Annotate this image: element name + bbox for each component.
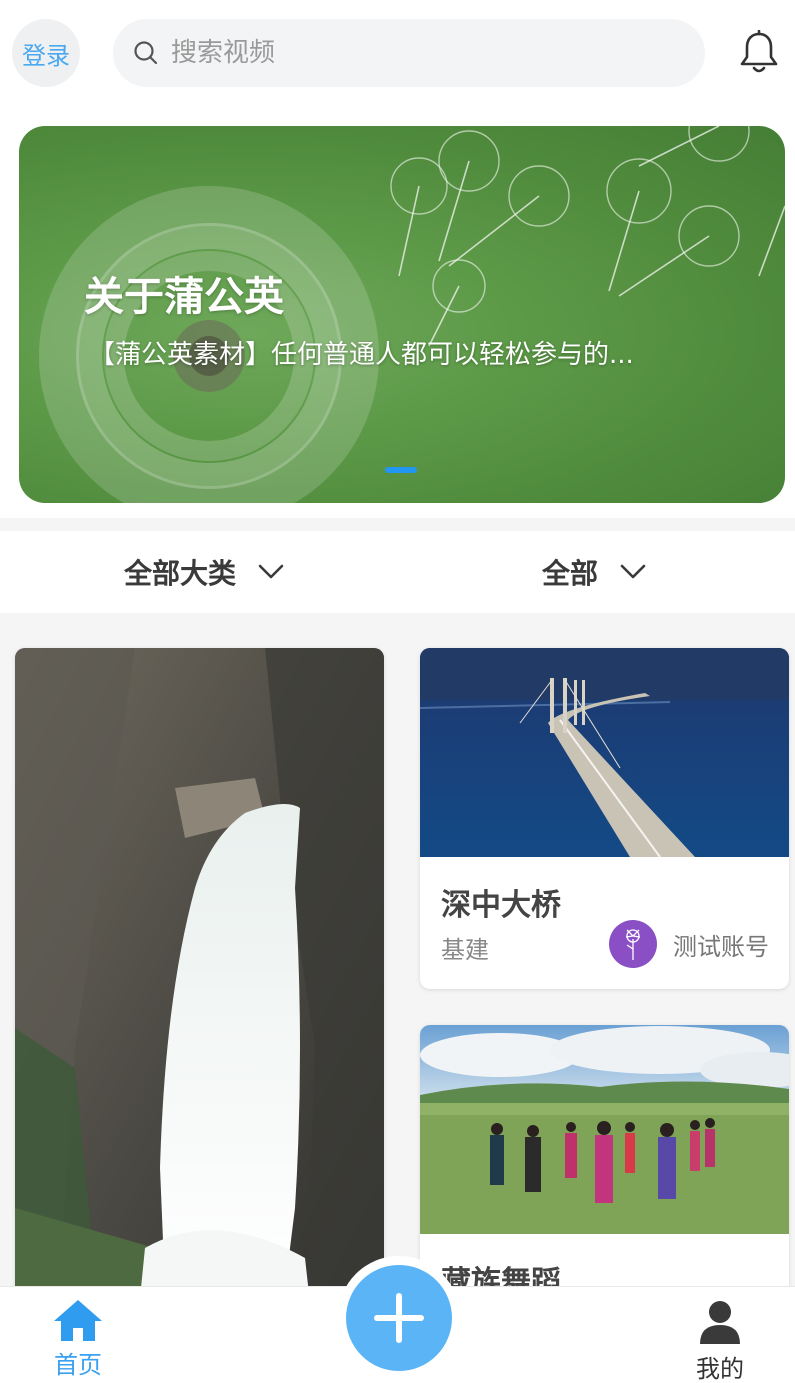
divider xyxy=(0,518,795,531)
video-card-bridge[interactable]: 深中大桥 基建 测试账号 xyxy=(420,648,789,989)
search-input[interactable] xyxy=(171,38,651,68)
search-icon xyxy=(134,41,158,65)
waterfall-image xyxy=(15,648,384,1287)
chevron-down-icon xyxy=(620,564,646,579)
login-button[interactable]: 登录 xyxy=(12,19,80,87)
avatar xyxy=(609,920,657,968)
nav-home-label: 首页 xyxy=(54,1351,102,1379)
add-video-button[interactable] xyxy=(346,1265,452,1371)
dandelion-avatar-icon xyxy=(625,929,641,960)
carousel-indicator xyxy=(385,467,417,473)
video-card-waterfall[interactable] xyxy=(15,648,384,1287)
card-title: 藏族舞蹈 xyxy=(441,1265,561,1287)
nav-me-label: 我的 xyxy=(696,1355,744,1383)
divider xyxy=(0,613,795,627)
plus-icon xyxy=(374,1293,424,1343)
subcategory-filter-label: 全部 xyxy=(542,557,599,590)
home-icon xyxy=(54,1300,102,1341)
bell-icon[interactable] xyxy=(738,30,780,76)
chevron-down-icon xyxy=(258,564,284,579)
video-card-dance[interactable]: 藏族舞蹈 xyxy=(420,1025,789,1287)
search-bar[interactable] xyxy=(113,19,705,87)
top-bar: 登录 xyxy=(0,0,795,105)
banner-title: 关于蒲公英 xyxy=(84,274,284,320)
card-title: 深中大桥 xyxy=(441,888,561,923)
bridge-image xyxy=(420,648,789,857)
dance-image xyxy=(420,1025,789,1234)
category-filter-label: 全部大类 xyxy=(124,557,237,590)
filter-bar: 全部大类 全部 xyxy=(0,531,795,613)
video-feed: 深中大桥 基建 测试账号 藏族舞蹈 xyxy=(0,627,795,1287)
nav-me[interactable]: 我的 xyxy=(690,1299,750,1383)
card-category: 基建 xyxy=(441,936,489,964)
subcategory-filter[interactable]: 全部 xyxy=(542,531,646,613)
banner-carousel[interactable]: 关于蒲公英 【蒲公英素材】任何普通人都可以轻松参与的... xyxy=(19,126,785,503)
card-author[interactable]: 测试账号 xyxy=(609,920,769,968)
category-filter[interactable]: 全部大类 xyxy=(124,531,284,613)
user-icon xyxy=(700,1301,740,1344)
author-name: 测试账号 xyxy=(673,932,769,961)
banner-subtitle: 【蒲公英素材】任何普通人都可以轻松参与的... xyxy=(89,340,634,370)
nav-home[interactable]: 首页 xyxy=(48,1297,108,1380)
